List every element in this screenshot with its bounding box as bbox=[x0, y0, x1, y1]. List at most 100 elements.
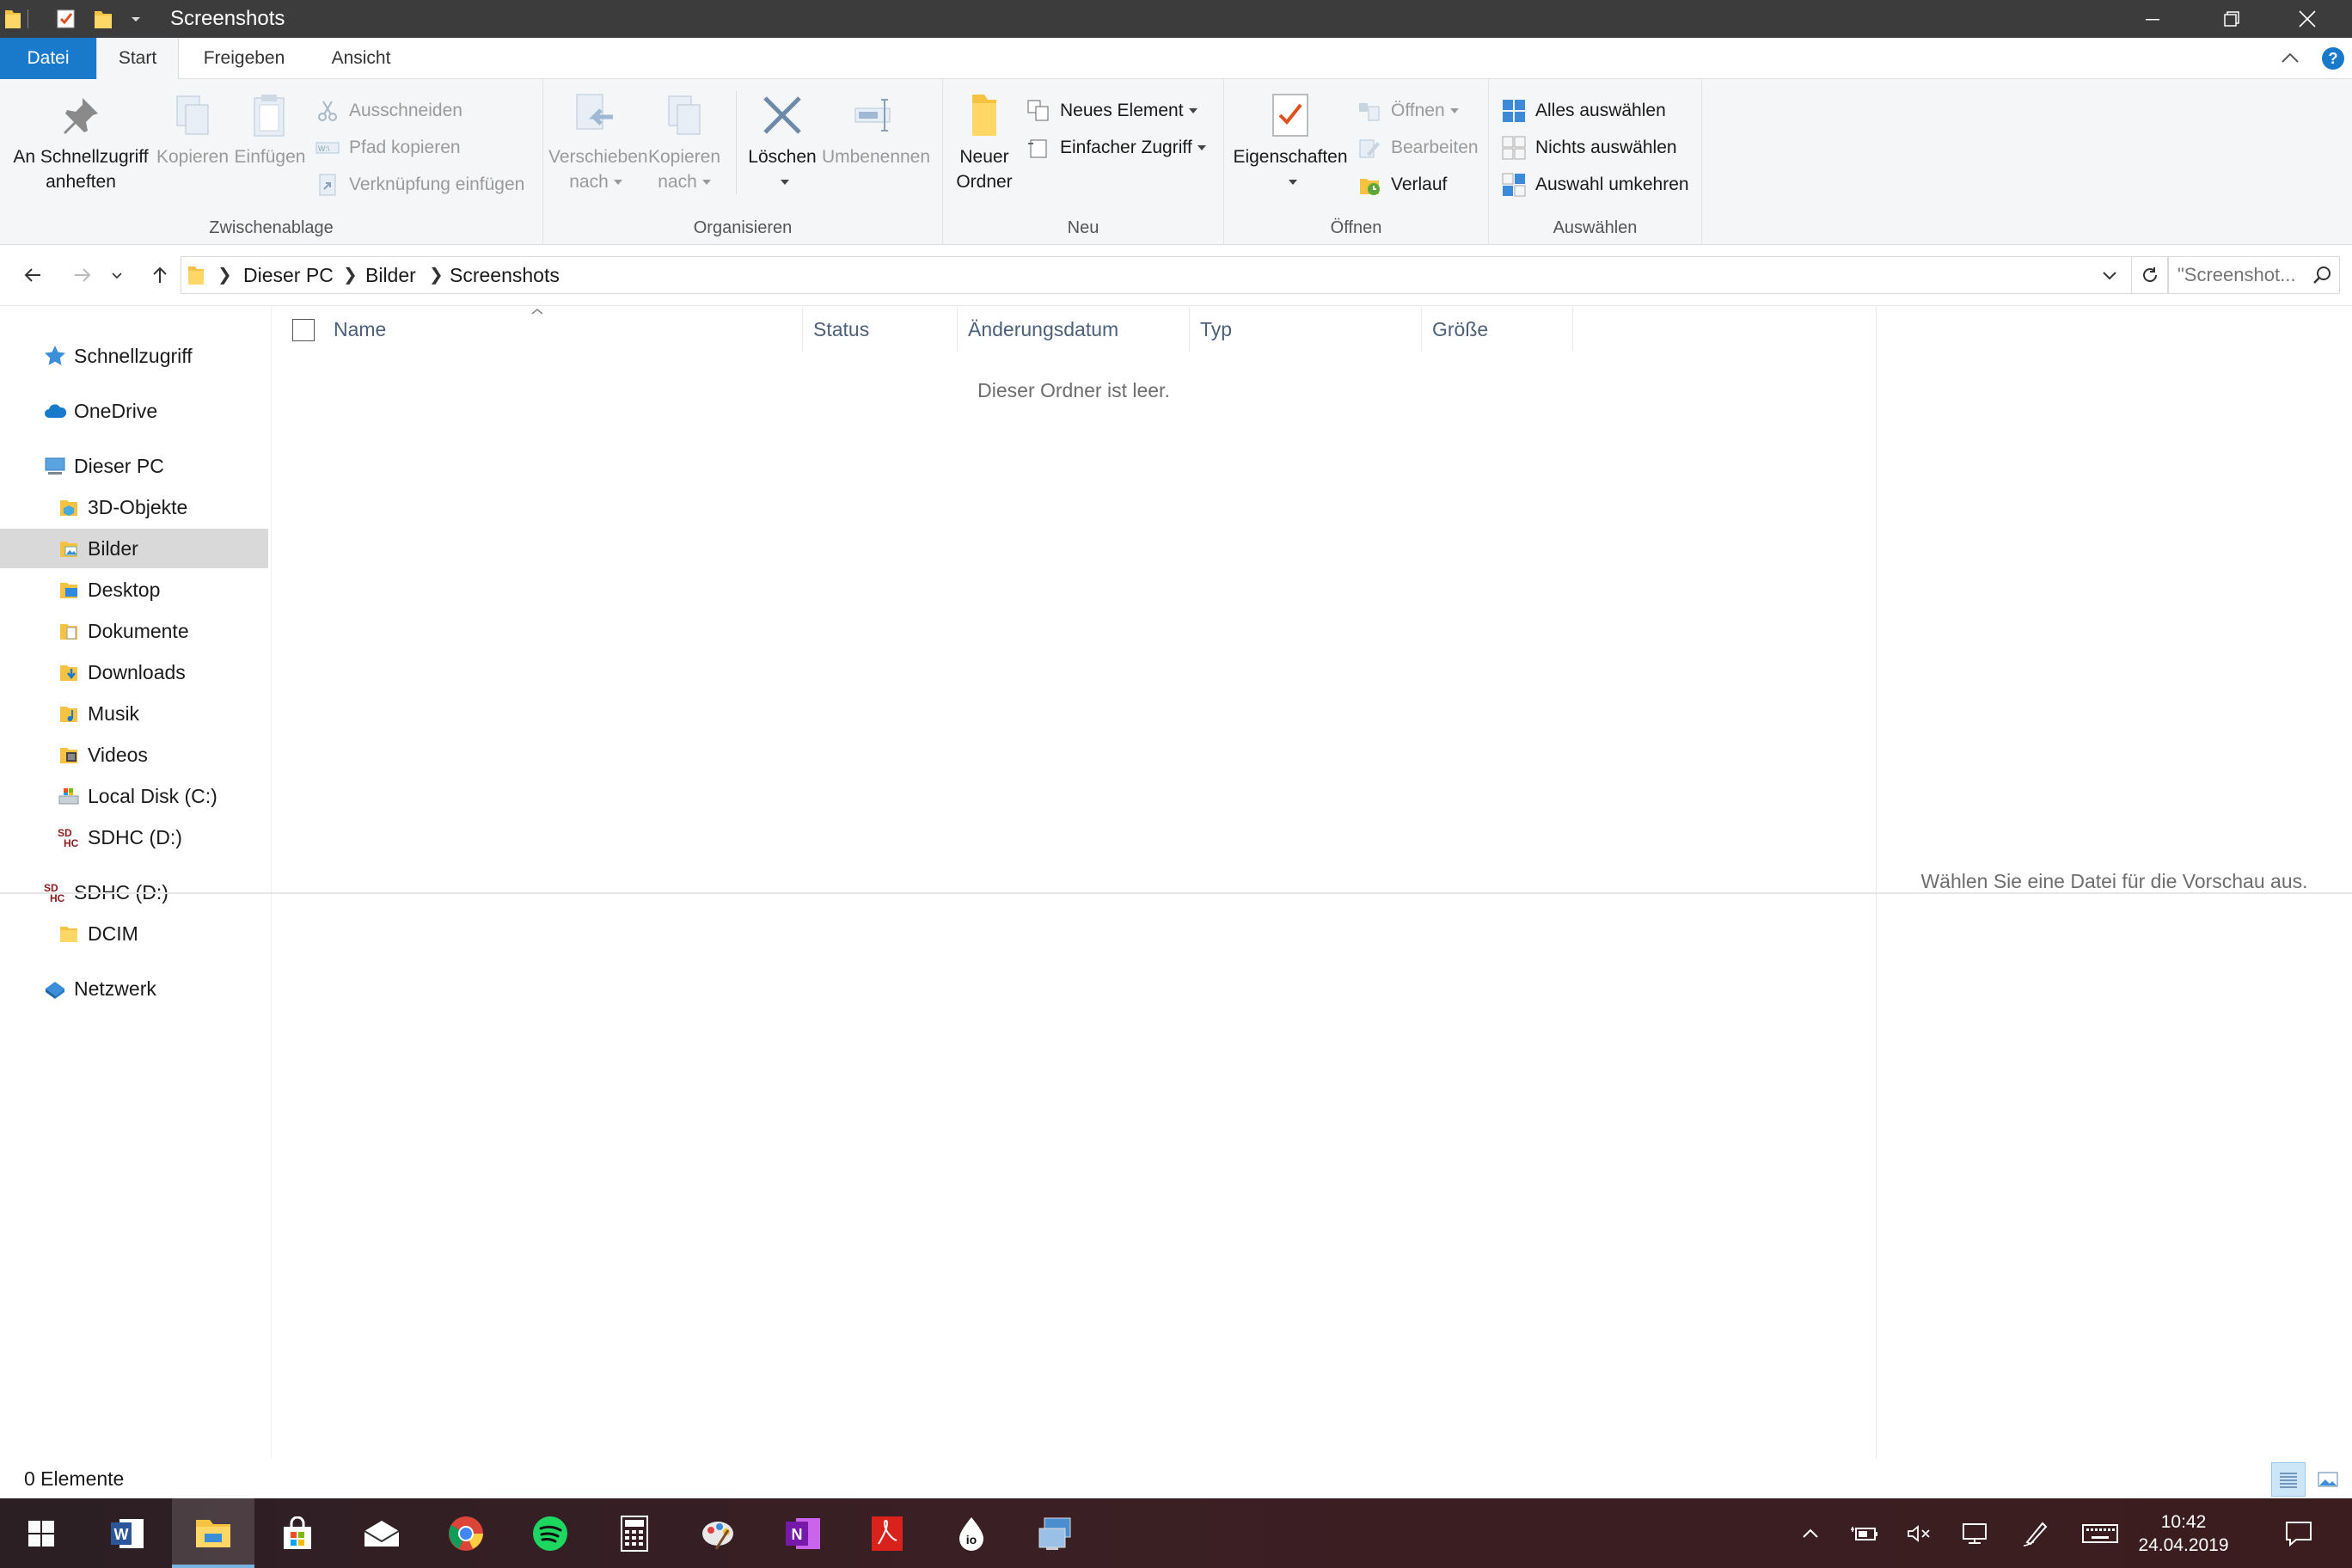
tab-ansicht[interactable]: Ansicht bbox=[311, 38, 411, 79]
svg-text:HC: HC bbox=[64, 837, 79, 849]
nav-item-local-disk-c[interactable]: Local Disk (C:) bbox=[0, 776, 268, 816]
column-header-size[interactable]: Größe bbox=[1422, 307, 1573, 352]
open-button[interactable]: Öffnen bbox=[1357, 96, 1459, 126]
nav-item-musik[interactable]: Musik bbox=[0, 694, 268, 733]
history-button[interactable]: Verlauf bbox=[1357, 170, 1447, 199]
nav-item-desktop[interactable]: Desktop bbox=[0, 570, 268, 609]
nav-item-dokumente[interactable]: Dokumente bbox=[0, 611, 268, 651]
minimize-button[interactable] bbox=[2108, 0, 2197, 38]
taskbar-file-explorer[interactable] bbox=[172, 1498, 254, 1568]
move-to-button[interactable]: Verschieben nach bbox=[548, 91, 648, 194]
nav-item-netzwerk[interactable]: Netzwerk bbox=[0, 969, 268, 1008]
details-view-button[interactable] bbox=[2271, 1462, 2306, 1497]
customize-quick-access-chevron-icon[interactable] bbox=[129, 7, 143, 31]
taskbar-clock[interactable]: 10:42 24.04.2019 bbox=[2132, 1510, 2235, 1557]
taskbar-ink[interactable]: io bbox=[930, 1498, 1013, 1568]
column-header-modified[interactable]: Änderungsdatum bbox=[958, 307, 1190, 352]
tab-start[interactable]: Start bbox=[96, 38, 179, 80]
nav-item-onedrive[interactable]: OneDrive bbox=[0, 391, 268, 431]
easy-access-button[interactable]: Einfacher Zugriff bbox=[1026, 133, 1206, 162]
nav-item-videos[interactable]: Videos bbox=[0, 735, 268, 775]
nav-item-label: Videos bbox=[88, 743, 148, 766]
touch-keyboard-button[interactable] bbox=[2079, 1498, 2122, 1568]
up-button[interactable] bbox=[143, 258, 177, 292]
copy-button[interactable]: Kopieren bbox=[153, 91, 232, 169]
help-icon[interactable]: ? bbox=[2321, 46, 2345, 75]
invert-selection-label: Auswahl umkehren bbox=[1535, 175, 1689, 194]
paste-button[interactable]: Einfügen bbox=[230, 91, 309, 169]
start-button[interactable] bbox=[0, 1498, 83, 1568]
nav-item-downloads[interactable]: Downloads bbox=[0, 652, 268, 692]
column-header-status[interactable]: Status bbox=[803, 307, 958, 352]
taskbar-mail[interactable] bbox=[340, 1498, 423, 1568]
column-header-type[interactable]: Typ bbox=[1190, 307, 1422, 352]
nav-item-sdhc-d[interactable]: SD HC SDHC (D:) bbox=[0, 818, 268, 857]
breadcrumb-dieser-pc[interactable]: Dieser PC bbox=[243, 262, 334, 288]
forward-button[interactable] bbox=[65, 258, 100, 292]
nav-item-dieser-pc[interactable]: Dieser PC bbox=[0, 446, 268, 486]
address-bar-row: ❯ Dieser PC ❯ Bilder ❯ Screenshots bbox=[0, 246, 2352, 306]
refresh-button[interactable] bbox=[2132, 256, 2168, 294]
select-none-button[interactable]: Nichts auswählen bbox=[1501, 133, 1677, 162]
taskbar-remote-desktop[interactable] bbox=[1014, 1498, 1097, 1568]
volume-button[interactable] bbox=[1900, 1498, 1938, 1568]
invert-selection-button[interactable]: Auswahl umkehren bbox=[1501, 170, 1689, 199]
taskbar-acrobat[interactable] bbox=[846, 1498, 928, 1568]
new-folder-icon bbox=[972, 95, 996, 136]
copy-to-label-line2: nach bbox=[658, 172, 697, 192]
group-organize: Verschieben nach Kopieren nach Löschen U… bbox=[543, 79, 943, 245]
new-folder-button[interactable]: Neuer Ordner bbox=[946, 91, 1022, 194]
nav-item-dcim[interactable]: DCIM bbox=[0, 914, 268, 953]
close-button[interactable] bbox=[2263, 0, 2352, 38]
tab-freigeben[interactable]: Freigeben bbox=[184, 38, 304, 79]
copy-to-button[interactable]: Kopieren nach bbox=[645, 91, 724, 194]
taskbar-spotify[interactable] bbox=[509, 1498, 591, 1568]
properties-quick-access-icon[interactable] bbox=[55, 7, 77, 31]
paste-shortcut-button[interactable]: Verknüpfung einfügen bbox=[315, 170, 524, 199]
nav-item-3d-objekte[interactable]: 3D-Objekte bbox=[0, 487, 268, 527]
tab-datei[interactable]: Datei bbox=[0, 38, 96, 79]
breadcrumb-screenshots[interactable]: Screenshots bbox=[450, 262, 560, 288]
rename-button[interactable]: Umbenennen bbox=[817, 91, 935, 169]
new-item-button[interactable]: Neues Element bbox=[1026, 96, 1197, 126]
nav-item-bilder[interactable]: Bilder bbox=[0, 529, 268, 568]
nav-item-label: Dieser PC bbox=[74, 454, 164, 477]
edit-button[interactable]: Bearbeiten bbox=[1357, 133, 1479, 162]
show-hidden-icons-button[interactable] bbox=[1793, 1498, 1828, 1568]
navigation-pane[interactable]: Schnellzugriff OneDrive Dieser PC 3D-Obj… bbox=[0, 307, 272, 1459]
battery-button[interactable] bbox=[1845, 1498, 1883, 1568]
taskbar-calculator[interactable] bbox=[593, 1498, 676, 1568]
search-input[interactable] bbox=[2177, 262, 2306, 288]
delete-button[interactable]: Löschen bbox=[743, 91, 822, 194]
search-box[interactable] bbox=[2168, 256, 2340, 294]
minimize-ribbon-chevron-icon[interactable] bbox=[2278, 46, 2302, 75]
file-list-pane[interactable]: Name Status Änderungsdatum Typ Größe Die… bbox=[272, 307, 1876, 1459]
pen-workspace-button[interactable] bbox=[2017, 1498, 2056, 1568]
breadcrumb-bilder[interactable]: Bilder bbox=[365, 262, 416, 288]
properties-button[interactable]: Eigenschaften bbox=[1229, 91, 1351, 194]
cut-button[interactable]: Ausschneiden bbox=[315, 96, 462, 126]
column-header-name[interactable]: Name bbox=[323, 307, 803, 352]
address-box[interactable]: ❯ Dieser PC ❯ Bilder ❯ Screenshots bbox=[181, 256, 2132, 294]
taskbar-onenote[interactable]: N bbox=[762, 1498, 844, 1568]
select-all-checkbox[interactable] bbox=[292, 319, 315, 341]
open-label: Öffnen bbox=[1391, 101, 1445, 120]
address-history-chevron-icon[interactable] bbox=[2100, 266, 2119, 289]
taskbar-paint[interactable] bbox=[677, 1498, 760, 1568]
search-icon[interactable] bbox=[2312, 265, 2332, 290]
large-icons-view-button[interactable] bbox=[2311, 1462, 2345, 1497]
taskbar-word[interactable]: W bbox=[86, 1498, 168, 1568]
nav-item-schnellzugriff[interactable]: Schnellzugriff bbox=[0, 336, 268, 376]
select-all-button[interactable]: Alles auswählen bbox=[1501, 96, 1666, 126]
pin-to-quick-access-button[interactable]: An Schnellzugriff anheften bbox=[9, 91, 153, 194]
recent-locations-button[interactable] bbox=[107, 258, 127, 292]
folder-desktop-icon bbox=[60, 583, 77, 598]
taskbar-chrome[interactable] bbox=[425, 1498, 507, 1568]
edit-label: Bearbeiten bbox=[1391, 138, 1479, 157]
network-status-button[interactable] bbox=[1955, 1498, 1994, 1568]
taskbar-store[interactable] bbox=[256, 1498, 339, 1568]
action-center-button[interactable] bbox=[2273, 1498, 2324, 1568]
back-button[interactable] bbox=[15, 258, 50, 292]
new-folder-quick-access-icon[interactable] bbox=[93, 7, 113, 31]
copy-path-button[interactable]: W:\ Pfad kopieren bbox=[315, 133, 461, 162]
